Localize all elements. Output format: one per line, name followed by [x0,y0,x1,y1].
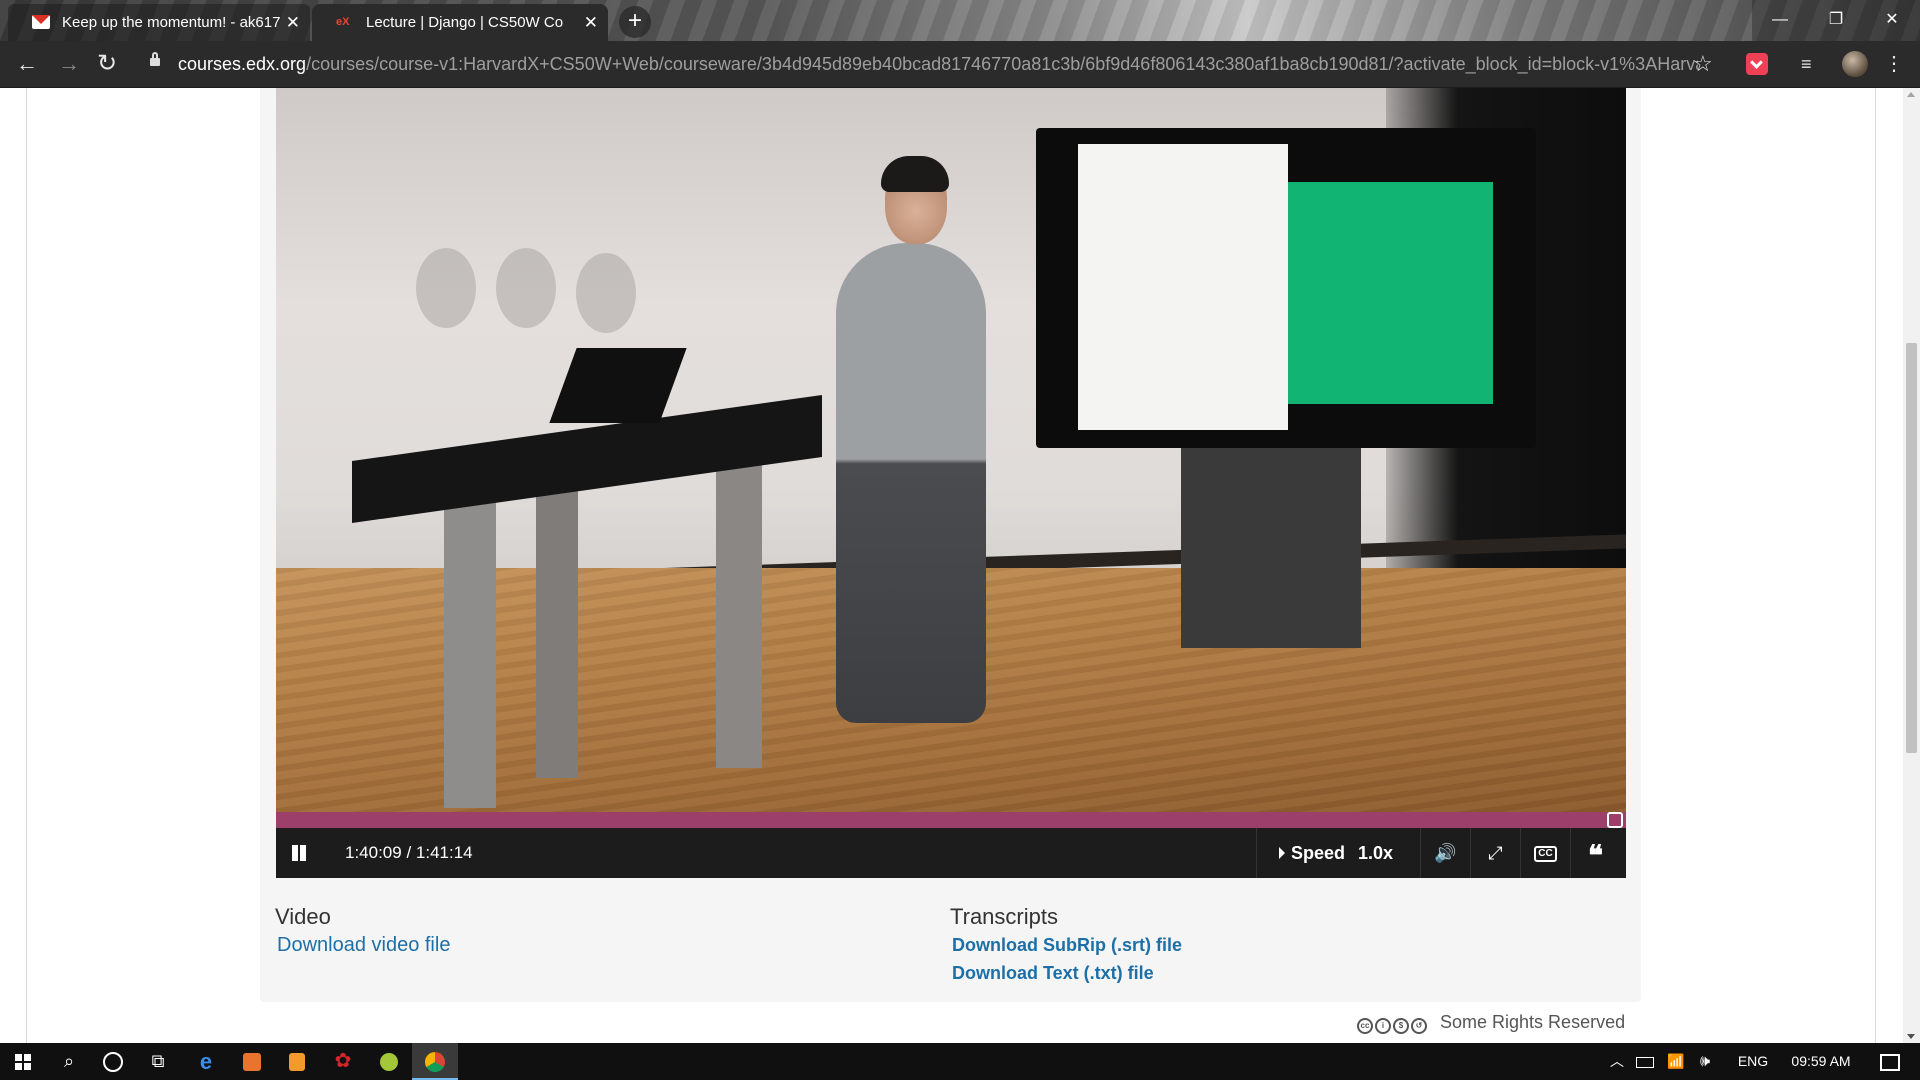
gmail-icon [32,15,50,29]
search-icon[interactable]: ⌕ [46,1043,92,1080]
attribution-icon: i [1375,1018,1391,1035]
back-button[interactable]: ← [10,47,44,81]
content-border-right [1875,88,1876,1043]
video-progress-handle[interactable] [1606,812,1623,828]
edge-browser-icon[interactable]: e [183,1043,229,1080]
pause-button[interactable] [288,842,310,864]
minimize-window-button[interactable]: — [1752,0,1808,41]
windows-start-button[interactable] [0,1043,46,1080]
video-scene-presenter-hair [881,156,949,192]
chrome-menu-icon[interactable]: ⋮ [1884,53,1906,75]
speed-label: Speed [1291,843,1346,863]
video-scene-desk-leg [716,448,762,768]
action-center-icon[interactable] [1872,1043,1908,1080]
video-scene-desk-leg [444,480,496,808]
browser-tab-strip: Keep up the momentum! - ak617 ✕ eX Lectu… [0,0,1920,41]
show-hidden-icons-chevron-icon[interactable]: ︿ [1604,1043,1630,1080]
license-text: Some Rights Reserved [1440,1012,1626,1032]
sublime-text-icon[interactable] [274,1043,320,1080]
speed-value: 1.0x [1358,843,1394,863]
android-studio-icon[interactable] [366,1043,412,1080]
speed-arrow-icon [1279,847,1285,859]
red-app-icon[interactable]: ✿ [320,1043,366,1080]
video-scene-desk-leg [536,468,578,778]
tab-edx-lecture[interactable]: eX Lecture | Django | CS50W Co ✕ [312,4,608,41]
license-notice[interactable]: cc i $ ↺ Some Rights Reserved [1357,1012,1626,1035]
forward-button[interactable]: → [52,47,86,81]
tab-title: Keep up the momentum! - ak617 [62,14,281,31]
profile-avatar[interactable] [1842,51,1868,77]
video-progress-bar[interactable] [276,812,1626,828]
tab-title: Lecture | Django | CS50W Co [366,14,564,31]
video-scene-presenter [836,243,986,723]
url-domain: courses.edx.org [178,54,307,74]
address-bar[interactable]: courses.edx.org/courses/course-v1:Harvar… [138,48,1713,81]
edx-icon: eX [336,16,350,28]
video-progress-fill [276,812,1615,828]
time-display: 1:40:09 / 1:41:14 [345,843,473,862]
video-scene-shadow [576,253,636,333]
language-indicator[interactable]: ENG [1728,1043,1778,1080]
video-controls-bar: 1:40:09 / 1:41:14 Speed 1.0x 🔊 ⤢ CC ❝ [276,828,1626,878]
cc-license-icon: cc [1357,1018,1373,1035]
xampp-app-icon[interactable] [229,1043,275,1080]
lock-icon[interactable] [150,52,160,66]
volume-tray-icon[interactable]: 🕪 [1690,1043,1720,1080]
video-downloads-heading: Video [275,904,331,929]
video-scene-tv-screen-green [1288,182,1493,404]
page-content: 1:40:09 / 1:41:14 Speed 1.0x 🔊 ⤢ CC ❝ Vi… [0,88,1920,1043]
task-view-icon[interactable]: ⧉ [135,1043,181,1080]
transcripts-heading: Transcripts [950,904,1058,929]
video-player-frame[interactable] [276,88,1626,812]
scrollbar-thumb[interactable] [1906,343,1917,753]
sharealike-icon: ↺ [1411,1018,1427,1035]
close-window-button[interactable]: ✕ [1864,0,1920,41]
new-tab-button[interactable]: + [619,6,651,38]
scroll-down-arrow-icon[interactable] [1907,1034,1915,1039]
video-scene-tv-screen-menu [1078,144,1288,430]
noncommercial-icon: $ [1393,1018,1409,1035]
cc-icon: CC [1534,846,1557,863]
url-path: /courses/course-v1:HarvardX+CS50W+Web/co… [306,54,1698,74]
wifi-icon[interactable]: 📶 [1662,1043,1690,1080]
bookmark-star-icon[interactable]: ☆ [1693,51,1713,77]
close-tab-icon[interactable]: ✕ [584,4,598,41]
content-border-left [26,88,27,1043]
download-video-link[interactable]: Download video file [277,934,450,957]
fullscreen-icon[interactable]: ⤢ [1470,828,1520,878]
url-text[interactable]: courses.edx.org/courses/course-v1:Harvar… [178,48,1698,81]
browser-toolbar: ← → ↻ courses.edx.org/courses/course-v1:… [0,41,1920,88]
restore-window-button[interactable]: ❐ [1808,0,1864,41]
media-control-icon[interactable]: ≡ [1801,53,1823,75]
battery-icon[interactable] [1630,1043,1660,1080]
reload-button[interactable]: ↻ [90,47,124,81]
chrome-taskbar-icon[interactable] [412,1043,458,1080]
windows-taskbar: ⌕ ⧉ e ✿ ︿ 📶 🕪 ENG 09:59 AM [0,1043,1920,1080]
video-scene-shadow [416,248,476,328]
cortana-icon[interactable] [90,1043,136,1080]
close-tab-icon[interactable]: ✕ [286,4,300,41]
creative-commons-icons: cc i $ ↺ [1357,1012,1429,1035]
scroll-up-arrow-icon[interactable] [1907,92,1915,97]
speed-control[interactable]: Speed 1.0x [1256,828,1420,878]
tab-gmail[interactable]: Keep up the momentum! - ak617 ✕ [8,4,310,41]
volume-icon[interactable]: 🔊 [1420,828,1470,878]
pocket-extension-icon[interactable] [1746,53,1768,75]
video-scene-tv-stand [1181,448,1361,648]
page-scrollbar[interactable] [1903,88,1920,1043]
download-srt-link[interactable]: Download SubRip (.srt) file [952,935,1182,956]
taskbar-clock[interactable]: 09:59 AM [1780,1043,1862,1080]
closed-captions-button[interactable]: CC [1520,828,1570,878]
windows-logo-icon [14,1053,32,1071]
download-txt-link[interactable]: Download Text (.txt) file [952,963,1154,984]
video-scene-shadow [496,248,556,328]
transcript-toggle-icon[interactable]: ❝ [1570,828,1620,878]
